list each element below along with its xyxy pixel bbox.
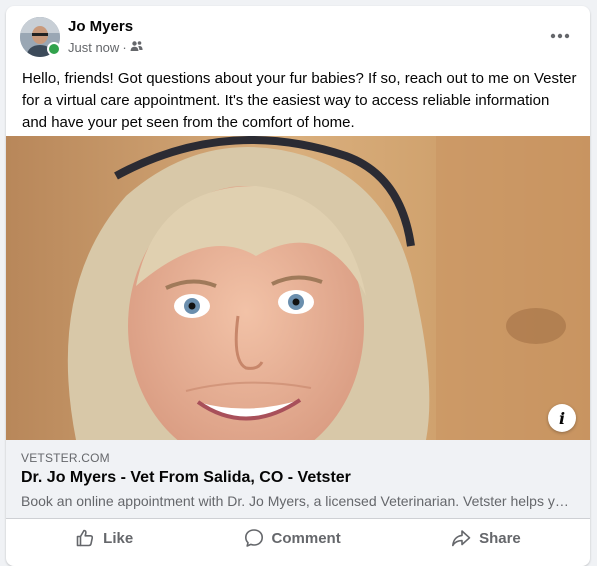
more-options-icon bbox=[550, 33, 570, 39]
post-timestamp[interactable]: Just now bbox=[68, 40, 119, 55]
share-button[interactable]: Share bbox=[431, 522, 541, 554]
post-header: Jo Myers Just now · bbox=[6, 6, 590, 66]
share-label: Share bbox=[479, 529, 521, 547]
link-preview[interactable]: VETSTER.COM Dr. Jo Myers - Vet From Sali… bbox=[6, 440, 590, 519]
link-description: Book an online appointment with Dr. Jo M… bbox=[21, 493, 575, 509]
preview-photo bbox=[6, 136, 590, 440]
author-name[interactable]: Jo Myers bbox=[68, 18, 133, 35]
thumbs-up-icon bbox=[76, 529, 94, 547]
comment-icon bbox=[244, 529, 263, 547]
info-icon[interactable]: i bbox=[548, 404, 576, 432]
meta-separator: · bbox=[122, 40, 127, 55]
post-actions: Like Comment Share bbox=[20, 520, 576, 556]
friends-icon[interactable] bbox=[130, 40, 143, 55]
link-preview-image[interactable]: i bbox=[6, 136, 590, 440]
author-avatar-wrap[interactable] bbox=[20, 17, 61, 57]
link-title[interactable]: Dr. Jo Myers - Vet From Salida, CO - Vet… bbox=[21, 469, 351, 487]
like-button[interactable]: Like bbox=[55, 522, 153, 554]
share-icon bbox=[452, 530, 471, 547]
post-card: Jo Myers Just now · Hello, friends! Got … bbox=[6, 6, 590, 566]
post-meta: Just now · bbox=[68, 40, 143, 55]
more-options-button[interactable] bbox=[544, 20, 576, 52]
post-text: Hello, friends! Got questions about your… bbox=[22, 70, 577, 131]
like-label: Like bbox=[103, 529, 134, 547]
comment-button[interactable]: Comment bbox=[224, 522, 361, 554]
link-domain: VETSTER.COM bbox=[21, 451, 110, 465]
online-status-dot bbox=[47, 42, 61, 56]
comment-label: Comment bbox=[271, 529, 341, 547]
